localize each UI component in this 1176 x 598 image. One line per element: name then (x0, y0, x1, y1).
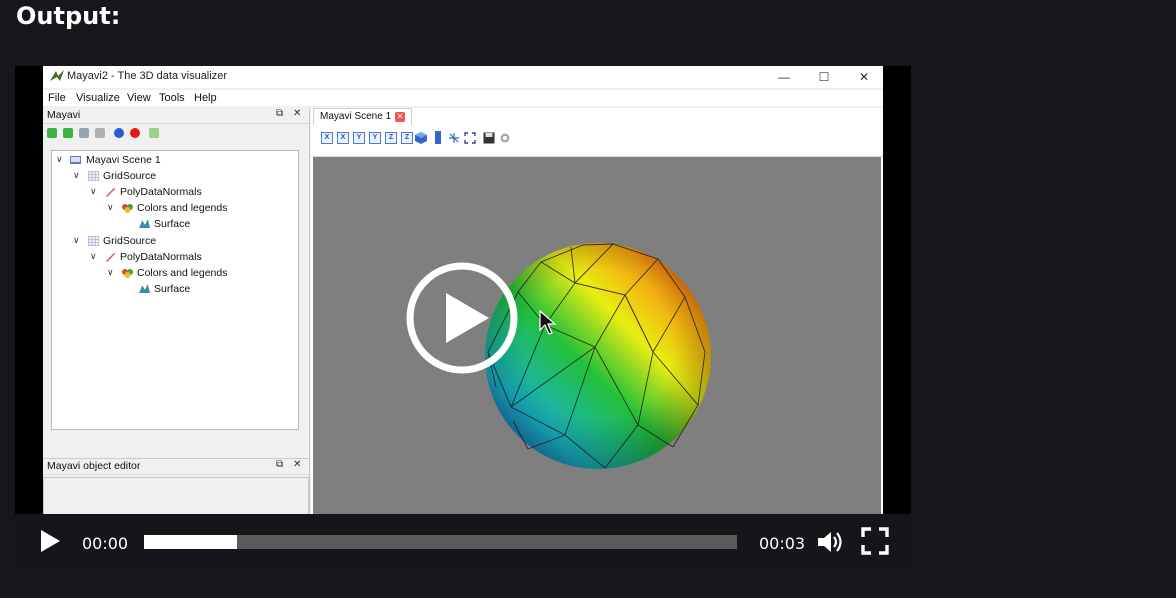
tree-label: Surface (154, 218, 191, 230)
mouse-cursor-icon (539, 310, 557, 335)
sphere-render (485, 243, 711, 469)
scene-tab-label: Mayavi Scene 1 (320, 111, 392, 122)
axes-icon[interactable] (448, 132, 460, 144)
tree-label: GridSource (103, 170, 157, 182)
chevron-down-icon[interactable]: ∨ (90, 251, 98, 262)
add-filter-icon[interactable] (79, 128, 89, 138)
scene-icon (70, 156, 81, 164)
menu-view[interactable]: View (127, 92, 151, 104)
record-icon[interactable] (130, 128, 140, 138)
menubar: File Visualize View Tools Help (43, 90, 883, 106)
clear-icon[interactable] (149, 128, 159, 138)
object-editor-panel: Mayavi object editor ⧉ ✕ (43, 458, 309, 514)
view-y-plus-button[interactable]: Y (353, 132, 365, 144)
player-controls: 00:00 00:03 (15, 514, 911, 570)
close-panel-icon[interactable]: ✕ (293, 108, 301, 119)
big-play-button[interactable] (405, 261, 519, 375)
play-icon[interactable] (39, 528, 61, 554)
gear-icon[interactable] (499, 132, 511, 144)
pipeline-tree: ∨ Mayavi Scene 1 ∨ GridSource ∨ PolyData… (51, 150, 299, 430)
close-button[interactable]: ✕ (850, 68, 878, 86)
view-x-minus-button[interactable]: X (337, 132, 349, 144)
chevron-down-icon[interactable]: ∨ (73, 235, 81, 246)
duration: 00:03 (759, 534, 806, 553)
chevron-down-icon[interactable]: ∨ (107, 202, 115, 213)
surface-icon (139, 219, 150, 228)
minimize-button[interactable]: — (770, 68, 798, 86)
menu-tools[interactable]: Tools (159, 92, 185, 104)
pipeline-panel-header: Mayavi ⧉ ✕ (43, 108, 309, 124)
tree-label: Colors and legends (137, 267, 228, 279)
add-module-icon[interactable] (95, 128, 105, 138)
close-panel-icon[interactable]: ✕ (293, 459, 301, 470)
menu-visualize[interactable]: Visualize (76, 92, 120, 104)
view-x-plus-button[interactable]: X (321, 132, 333, 144)
view-y-minus-button[interactable]: Y (369, 132, 381, 144)
chevron-down-icon[interactable]: ∨ (73, 170, 81, 181)
surface-icon (139, 284, 150, 293)
view-z-plus-button[interactable]: Z (385, 132, 397, 144)
scene-toolbar: X X Y Y Z Z (311, 126, 883, 157)
view-z-minus-button[interactable]: Z (401, 132, 413, 144)
window-titlebar: Mayavi2 - The 3D data visualizer — ☐ ✕ (43, 66, 883, 88)
chevron-down-icon[interactable]: ∨ (56, 154, 64, 165)
tree-label: Colors and legends (137, 202, 228, 214)
menu-help[interactable]: Help (194, 92, 217, 104)
filter-icon (106, 188, 115, 197)
tree-label: GridSource (103, 235, 157, 247)
scene-panel: Mayavi Scene 1 ✕ X X Y Y Z Z (311, 108, 883, 514)
fullscreen-icon[interactable] (861, 527, 889, 555)
mayavi-pipeline-panel: Mayavi ⧉ ✕ ∨ Mayavi Scene 1 ∨ GridSource… (43, 108, 310, 514)
filter-icon (106, 253, 115, 262)
close-tab-icon[interactable]: ✕ (395, 112, 406, 122)
tree-label: PolyDataNormals (120, 186, 202, 198)
object-editor-area (43, 477, 309, 514)
grid-icon (88, 171, 99, 181)
volume-icon[interactable] (816, 528, 844, 556)
3d-scene-viewport[interactable] (313, 157, 881, 514)
chevron-down-icon[interactable]: ∨ (90, 186, 98, 197)
tree-label: PolyDataNormals (120, 251, 202, 263)
output-heading: Output: (16, 2, 121, 30)
editor-panel-title: Mayavi object editor (47, 460, 141, 472)
tree-label: Surface (154, 283, 191, 295)
isometric-view-icon[interactable] (415, 132, 427, 144)
tab-mayavi-scene-1[interactable]: Mayavi Scene 1 ✕ (313, 108, 413, 125)
add-source-icon[interactable] (63, 128, 73, 138)
float-panel-icon[interactable]: ⧉ (276, 108, 283, 119)
fullscreen-scene-icon[interactable] (464, 132, 476, 144)
float-panel-icon[interactable]: ⧉ (276, 459, 283, 470)
maximize-button[interactable]: ☐ (810, 68, 838, 86)
parallel-projection-icon[interactable] (435, 131, 441, 144)
mayavi-logo-icon (50, 70, 64, 81)
menu-file[interactable]: File (48, 92, 66, 104)
save-icon[interactable] (483, 132, 495, 144)
help-icon[interactable] (114, 128, 124, 138)
grid-icon (88, 236, 99, 246)
window-title: Mayavi2 - The 3D data visualizer (67, 70, 227, 82)
colors-icon (122, 269, 133, 278)
colors-icon (122, 204, 133, 213)
progress-bar[interactable] (144, 535, 737, 549)
chevron-down-icon[interactable]: ∨ (107, 267, 115, 278)
video-player[interactable]: Mayavi2 - The 3D data visualizer — ☐ ✕ F… (15, 66, 911, 570)
add-scene-icon[interactable] (47, 128, 57, 138)
current-time: 00:00 (82, 534, 129, 553)
progress-fill (144, 535, 238, 549)
pipeline-panel-title: Mayavi (47, 109, 81, 121)
editor-panel-header: Mayavi object editor ⧉ ✕ (43, 459, 309, 475)
tree-label: Mayavi Scene 1 (86, 154, 161, 166)
